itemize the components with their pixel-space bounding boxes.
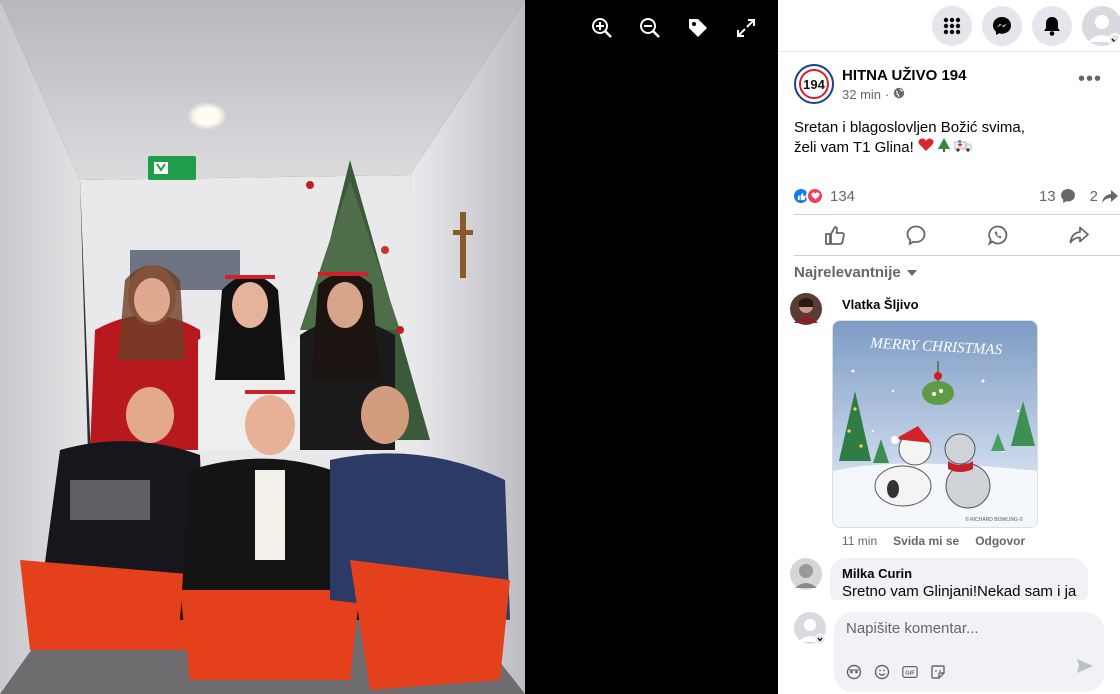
more-options-icon[interactable]: ••• xyxy=(1078,68,1104,91)
photo-viewer xyxy=(0,0,778,694)
post-text-line-2: želi vam T1 Glina! xyxy=(794,138,1104,158)
comment-text: Sretno vam Glinjani!Nekad sam i ja xyxy=(842,583,1077,600)
sort-label: Najrelevantnije xyxy=(794,264,901,281)
commenter-avatar[interactable] xyxy=(790,558,822,590)
whatsapp-icon xyxy=(987,225,1007,246)
share-icon xyxy=(1069,226,1090,244)
messenger-icon[interactable] xyxy=(982,5,1022,46)
meta-separator: · xyxy=(885,86,890,102)
comment-count-icon xyxy=(1060,189,1075,203)
comment-sticker-image[interactable]: MERRY CHRISTMAS © RICHARD BOWLING © xyxy=(832,320,1038,528)
like-icon xyxy=(824,226,845,245)
comment-time[interactable]: 11 min xyxy=(842,534,877,548)
comment-input-box[interactable]: GIF xyxy=(834,612,1104,692)
sticker-icon[interactable] xyxy=(930,664,946,680)
love-reaction-icon xyxy=(806,187,824,205)
whatsapp-share-button[interactable] xyxy=(968,217,1028,253)
reaction-summary: 134 13 2 xyxy=(778,158,1120,208)
post-photo[interactable] xyxy=(0,0,525,694)
account-avatar[interactable] xyxy=(1082,5,1120,46)
tag-icon[interactable] xyxy=(684,14,712,42)
page-name[interactable]: HITNA UŽIVO 194 xyxy=(842,67,1078,84)
page-avatar-text: 194 xyxy=(803,76,825,92)
like-button[interactable] xyxy=(805,217,865,253)
post-header: 194 HITNA UŽIVO 194 32 min · ••• xyxy=(778,52,1120,104)
comment-like-link[interactable]: Svida mi se xyxy=(893,534,959,548)
page-avatar[interactable]: 194 xyxy=(794,64,834,104)
comment-button[interactable] xyxy=(886,217,946,253)
share-count-icon xyxy=(1102,190,1118,203)
svg-text:GIF: GIF xyxy=(905,671,915,677)
emoji-icon[interactable] xyxy=(874,664,890,680)
sticker-credit: © RICHARD BOWLING © xyxy=(965,516,1023,523)
reaction-icons[interactable] xyxy=(792,187,824,205)
share-count-value: 2 xyxy=(1089,187,1098,205)
share-count[interactable]: 2 xyxy=(1090,188,1118,205)
post-text-line-1: Sretan i blagoslovljen Božić svima, xyxy=(794,119,1025,136)
commenter-avatar[interactable] xyxy=(790,293,822,325)
comment-item: Vlatka Šljivo MERRY CHRISTMAS © RICHARD … xyxy=(778,289,1120,552)
comment-count[interactable]: 13 xyxy=(1039,188,1076,205)
comment-footer: 11 min Svida mi se Odgovor xyxy=(830,528,1038,548)
comment-icon xyxy=(906,225,926,246)
comment-composer: GIF xyxy=(778,600,1120,694)
comment-input[interactable] xyxy=(846,620,1092,637)
share-button[interactable] xyxy=(1049,217,1109,253)
notifications-bell-icon[interactable] xyxy=(1032,5,1072,46)
post-side-panel: 194 HITNA UŽIVO 194 32 min · ••• Sretan … xyxy=(778,0,1120,694)
avatar-sticker-icon[interactable] xyxy=(846,664,862,680)
christmas-tree-emoji-icon xyxy=(938,138,951,156)
heart-emoji-icon xyxy=(918,138,934,156)
composer-tools: GIF xyxy=(846,664,946,680)
post-meta: 32 min · xyxy=(842,87,1078,102)
comment-count-value: 13 xyxy=(1038,187,1056,205)
current-user-avatar[interactable] xyxy=(794,612,826,645)
post-text-line-2-text: želi vam T1 Glina! xyxy=(794,139,914,156)
top-bar xyxy=(778,0,1120,52)
zoom-out-icon[interactable] xyxy=(636,14,664,42)
fullscreen-icon[interactable] xyxy=(732,14,760,42)
gif-icon[interactable]: GIF xyxy=(902,664,918,680)
ambulance-emoji-icon xyxy=(953,139,973,156)
send-icon[interactable] xyxy=(1076,657,1094,680)
reaction-count[interactable]: 134 xyxy=(830,188,855,205)
post-text: Sretan i blagoslovljen Božić svima, želi… xyxy=(778,104,1120,158)
comment-sort-dropdown[interactable]: Najrelevantnije xyxy=(778,256,1120,289)
post-time[interactable]: 32 min xyxy=(842,87,881,102)
zoom-in-icon[interactable] xyxy=(588,14,616,42)
commenter-name[interactable]: Vlatka Šljivo xyxy=(830,293,1038,312)
commenter-name[interactable]: Milka Curin xyxy=(842,566,1076,581)
menu-grid-icon[interactable] xyxy=(932,5,972,46)
globe-icon xyxy=(893,87,905,102)
caret-down-icon xyxy=(906,269,917,276)
post-actions xyxy=(794,214,1120,256)
comment-reply-link[interactable]: Odgovor xyxy=(975,534,1025,548)
